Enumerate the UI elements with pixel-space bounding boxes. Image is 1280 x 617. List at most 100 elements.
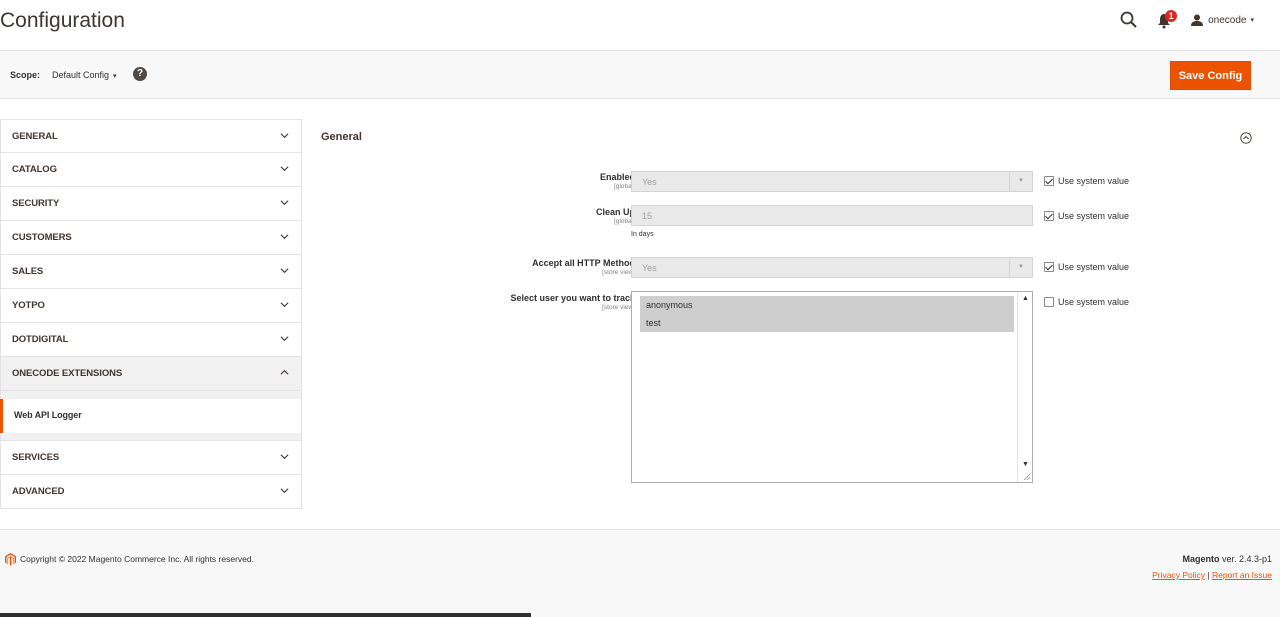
sidebar-item-label: GENERAL <box>12 131 58 142</box>
sidebar-item-label: SERVICES <box>12 452 60 463</box>
checkbox-unchecked-icon <box>1044 297 1054 307</box>
chevron-down-icon <box>280 454 289 460</box>
enabled-value: Yes <box>642 177 657 187</box>
accept-http-select[interactable]: Yes ▼ <box>631 257 1033 278</box>
submenu-spacer <box>0 433 302 441</box>
cleanup-value: 15 <box>642 211 653 221</box>
track-users-use-system-checkbox[interactable]: Use system value <box>1044 297 1129 307</box>
submenu-spacer <box>0 391 302 399</box>
magento-logo-icon <box>5 553 16 566</box>
sidebar-item-label: ADVANCED <box>12 486 65 497</box>
page-header: Configuration 1 onecode ▾ <box>0 0 1280 50</box>
resize-handle-icon[interactable] <box>1023 473 1031 481</box>
checkbox-checked-icon <box>1044 262 1054 272</box>
version-info: Magento ver. 2.4.3-p1 <box>1182 554 1272 564</box>
chevron-down-icon: ▼ <box>1009 172 1032 191</box>
user-menu[interactable]: onecode ▾ <box>1191 14 1254 26</box>
accept-http-value: Yes <box>642 263 657 273</box>
sidebar-item-onecode-extensions[interactable]: ONECODE EXTENSIONS <box>0 357 302 391</box>
cleanup-label-text: Clean Up <box>595 207 635 217</box>
sidebar-item-yotpo[interactable]: YOTPO <box>0 289 302 323</box>
brand-name: Magento <box>1182 554 1220 564</box>
cleanup-label: Clean Up [global] <box>315 207 635 225</box>
page-title: Configuration <box>0 9 125 32</box>
scope-value: Default Config <box>52 70 110 80</box>
sidebar-item-dotdigital[interactable]: DOTDIGITAL <box>0 323 302 357</box>
footer-links: Privacy Policy | Report an Issue <box>1152 570 1272 580</box>
sidebar-subitem-web-api-logger[interactable]: Web API Logger <box>0 399 302 433</box>
accept-http-label-text: Accept all HTTP Method <box>532 258 635 268</box>
chevron-down-icon: ▾ <box>1250 17 1254 24</box>
enabled-label-text: Enabled <box>599 172 635 182</box>
scrollbar[interactable]: ▲ ▼ <box>1017 292 1032 482</box>
chevron-down-icon <box>280 200 289 206</box>
cleanup-use-system-checkbox[interactable]: Use system value <box>1044 211 1129 221</box>
checkbox-checked-icon <box>1044 176 1054 186</box>
sidebar-item-label: SALES <box>12 266 44 277</box>
track-users-label-text: Select user you want to track <box>510 293 635 303</box>
track-users-label: Select user you want to track [store vie… <box>315 293 635 311</box>
chevron-down-icon <box>280 133 289 139</box>
scope-switcher[interactable]: Default Config ▾ <box>52 70 117 80</box>
use-system-label: Use system value <box>1058 297 1130 307</box>
use-system-label: Use system value <box>1058 176 1130 186</box>
track-users-scope: [store view] <box>602 304 635 311</box>
config-sidebar: GENERAL CATALOG SECURITY CUSTOMERS SALES… <box>0 119 302 509</box>
section-title-general[interactable]: General <box>321 131 362 143</box>
privacy-policy-link[interactable]: Privacy Policy <box>1152 570 1205 580</box>
chevron-down-icon <box>280 336 289 342</box>
chevron-down-icon <box>280 488 289 494</box>
multiselect-option[interactable]: anonymous <box>640 296 1014 314</box>
bottom-scrollbar[interactable] <box>0 613 531 617</box>
user-icon <box>1191 14 1204 26</box>
link-separator: | <box>1205 570 1212 580</box>
use-system-label: Use system value <box>1058 262 1130 272</box>
sidebar-item-label: DOTDIGITAL <box>12 334 69 345</box>
sidebar-item-label: ONECODE EXTENSIONS <box>12 368 123 379</box>
version-text: ver. 2.4.3-p1 <box>1219 554 1272 564</box>
sidebar-item-advanced[interactable]: ADVANCED <box>0 475 302 509</box>
cleanup-scope: [global] <box>614 218 635 225</box>
sidebar-item-label: CUSTOMERS <box>12 232 72 243</box>
sidebar-item-services[interactable]: SERVICES <box>0 441 302 475</box>
scope-label: Scope: <box>10 70 41 80</box>
enabled-use-system-checkbox[interactable]: Use system value <box>1044 176 1129 186</box>
save-config-button[interactable]: Save Config <box>1170 61 1251 90</box>
user-name: onecode <box>1208 14 1247 26</box>
search-icon[interactable] <box>1119 10 1139 30</box>
sidebar-item-general[interactable]: GENERAL <box>0 119 302 153</box>
sidebar-item-sales[interactable]: SALES <box>0 255 302 289</box>
accept-http-scope: [store view] <box>602 269 635 276</box>
sidebar-item-customers[interactable]: CUSTOMERS <box>0 221 302 255</box>
multiselect-option[interactable]: test <box>640 314 1014 332</box>
chevron-down-icon <box>280 302 289 308</box>
sidebar-item-label: SECURITY <box>12 198 60 209</box>
scope-bar: Scope: Default Config ▾ ? Save Config <box>0 50 1280 99</box>
sidebar-item-security[interactable]: SECURITY <box>0 187 302 221</box>
cleanup-input[interactable]: 15 <box>631 205 1033 226</box>
header-actions: 1 onecode ▾ <box>1119 10 1254 30</box>
scroll-up-icon[interactable]: ▲ <box>1021 294 1030 303</box>
notifications-button[interactable]: 1 <box>1157 10 1178 30</box>
notification-count-badge: 1 <box>1165 10 1178 22</box>
page-footer: Copyright © 2022 Magento Commerce Inc. A… <box>0 529 1280 617</box>
accept-http-use-system-checkbox[interactable]: Use system value <box>1044 262 1129 272</box>
sidebar-item-label: CATALOG <box>12 164 57 175</box>
checkbox-checked-icon <box>1044 211 1054 221</box>
sidebar-item-catalog[interactable]: CATALOG <box>0 153 302 187</box>
copyright-text: Copyright © 2022 Magento Commerce Inc. A… <box>20 554 254 564</box>
report-issue-link[interactable]: Report an Issue <box>1212 570 1272 580</box>
enabled-select[interactable]: Yes ▼ <box>631 171 1033 192</box>
track-users-multiselect[interactable]: anonymous test ▲ ▼ <box>631 291 1033 483</box>
enabled-scope: [global] <box>614 183 635 190</box>
cleanup-note: In days <box>631 231 654 238</box>
collapse-section-icon[interactable] <box>1240 132 1252 144</box>
sidebar-item-label: YOTPO <box>12 300 45 311</box>
help-icon[interactable]: ? <box>133 67 147 81</box>
chevron-down-icon <box>280 166 289 172</box>
enabled-label: Enabled [global] <box>315 172 635 190</box>
accept-http-label: Accept all HTTP Method [store view] <box>315 258 635 276</box>
chevron-down-icon: ▼ <box>1009 258 1032 277</box>
scroll-down-icon[interactable]: ▼ <box>1021 460 1030 469</box>
chevron-down-icon <box>280 234 289 240</box>
